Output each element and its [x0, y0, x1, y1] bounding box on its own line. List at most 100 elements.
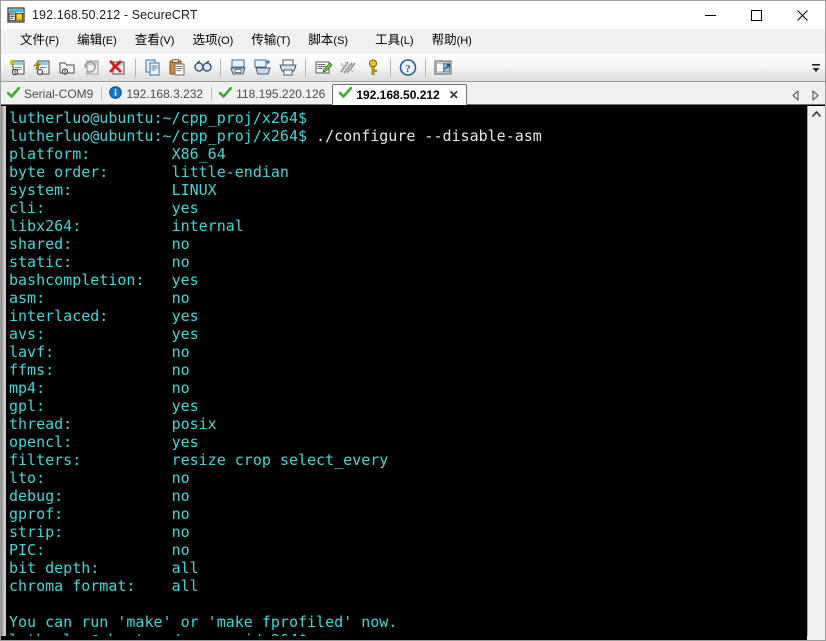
- config-key: lto:: [9, 469, 172, 487]
- menu-view-mnemonic: (V): [160, 35, 175, 47]
- menu-view[interactable]: 查看(V): [126, 30, 184, 52]
- maximize-button[interactable]: [733, 1, 779, 29]
- transfer-icon[interactable]: [431, 56, 455, 79]
- config-value: yes: [172, 433, 199, 451]
- menu-view-label: 查看: [135, 33, 160, 47]
- menu-edit-mnemonic: (E): [102, 35, 117, 47]
- copy-icon[interactable]: [141, 56, 165, 79]
- connect-local-shell-icon[interactable]: [56, 56, 80, 79]
- config-key: ffms:: [9, 361, 172, 379]
- menu-script[interactable]: 脚本(S): [299, 30, 357, 52]
- minimize-button[interactable]: [687, 1, 733, 29]
- tab-label: 118.195.220.126: [236, 87, 325, 101]
- config-value: yes: [172, 307, 199, 325]
- shell-prompt: lutherluo@ubuntu:~/cpp_proj/x264$: [9, 631, 307, 636]
- terminal-line: ffms: no: [9, 361, 807, 379]
- tab-192-168-50-212[interactable]: 192.168.50.212 ✕: [332, 84, 466, 105]
- vertical-scrollbar[interactable]: [807, 106, 825, 636]
- terminal-line: gprof: no: [9, 505, 807, 523]
- global-options-icon[interactable]: [336, 56, 360, 79]
- help-icon[interactable]: ?: [396, 56, 420, 79]
- config-value: resize crop select_every: [172, 451, 389, 469]
- terminal-line: asm: no: [9, 289, 807, 307]
- print-icon[interactable]: [276, 56, 300, 79]
- toolbar-separator-1: [135, 59, 136, 77]
- config-value: yes: [172, 325, 199, 343]
- config-key: gpl:: [9, 397, 172, 415]
- log-session-icon[interactable]: [251, 56, 275, 79]
- terminal-line: static: no: [9, 253, 807, 271]
- find-icon[interactable]: [191, 56, 215, 79]
- terminal-line: lutherluo@ubuntu:~/cpp_proj/x264$: [9, 631, 807, 636]
- green-check-icon: [339, 87, 352, 102]
- tab-192-168-3-232[interactable]: 192.168.3.232: [103, 84, 210, 104]
- tab-label: Serial-COM9: [24, 87, 93, 101]
- menu-options-mnemonic: (O): [217, 35, 233, 47]
- disconnect-icon[interactable]: [106, 56, 130, 79]
- terminal-line: PIC: no: [9, 541, 807, 559]
- tab-divider: [211, 87, 212, 101]
- config-key: bit depth:: [9, 559, 172, 577]
- terminal-line: shared: no: [9, 235, 807, 253]
- config-value: all: [172, 559, 199, 577]
- terminal-line: bashcompletion: yes: [9, 271, 807, 289]
- config-value: yes: [172, 271, 199, 289]
- key-icon[interactable]: [361, 56, 385, 79]
- tab-serial-com9[interactable]: Serial-COM9: [1, 84, 100, 104]
- tab-close-button[interactable]: ✕: [449, 90, 459, 100]
- menu-script-mnemonic: (S): [333, 35, 348, 47]
- tab-prev-icon[interactable]: [790, 89, 801, 102]
- tab-label: 192.168.3.232: [126, 87, 203, 101]
- paste-icon[interactable]: [166, 56, 190, 79]
- terminal-line: lto: no: [9, 469, 807, 487]
- reconnect-icon[interactable]: [81, 56, 105, 79]
- menu-edit[interactable]: 编辑(E): [68, 30, 126, 52]
- config-key: libx264:: [9, 217, 172, 235]
- scrollbar-track[interactable]: [808, 122, 825, 636]
- config-value: no: [172, 361, 190, 379]
- terminal-line: debug: no: [9, 487, 807, 505]
- config-key: PIC:: [9, 541, 172, 559]
- config-value: yes: [172, 397, 199, 415]
- menu-transfer[interactable]: 传输(T): [242, 30, 299, 52]
- terminal-line: lutherluo@ubuntu:~/cpp_proj/x264$: [9, 109, 807, 127]
- menu-help[interactable]: 帮助(H): [423, 30, 481, 52]
- green-check-icon: [7, 87, 20, 102]
- menu-script-label: 脚本: [308, 33, 333, 47]
- config-key: bashcompletion:: [9, 271, 172, 289]
- terminal-output[interactable]: lutherluo@ubuntu:~/cpp_proj/x264$lutherl…: [6, 106, 807, 636]
- config-key: chroma format:: [9, 577, 172, 595]
- scroll-up-arrow-icon[interactable]: [808, 106, 825, 122]
- config-key: debug:: [9, 487, 172, 505]
- tab-118-195-220-126[interactable]: 118.195.220.126: [213, 84, 332, 104]
- session-options-icon[interactable]: [311, 56, 335, 79]
- terminal-line: You can run 'make' or 'make fprofiled' n…: [9, 613, 807, 631]
- tab-next-icon[interactable]: [810, 89, 821, 102]
- terminal-line: bit depth: all: [9, 559, 807, 577]
- new-session-icon[interactable]: [6, 56, 30, 79]
- svg-text:?: ?: [405, 63, 411, 75]
- menu-help-mnemonic: (H): [457, 35, 472, 47]
- config-key: lavf:: [9, 343, 172, 361]
- menu-file[interactable]: 文件(F): [11, 30, 68, 52]
- config-value: no: [172, 541, 190, 559]
- terminal-line: byte order: little-endian: [9, 163, 807, 181]
- config-key: system:: [9, 181, 172, 199]
- config-key: platform:: [9, 145, 172, 163]
- print-screen-icon[interactable]: [226, 56, 250, 79]
- config-value: no: [172, 469, 190, 487]
- config-key: mp4:: [9, 379, 172, 397]
- terminal-line: lutherluo@ubuntu:~/cpp_proj/x264$ ./conf…: [9, 127, 807, 145]
- config-key: asm:: [9, 289, 172, 307]
- tab-bar: Serial-COM9 192.168.3.232 118.195.220.12…: [1, 82, 825, 105]
- status-strip: [1, 636, 825, 640]
- menu-options[interactable]: 选项(O): [183, 30, 242, 52]
- menu-help-label: 帮助: [432, 33, 457, 47]
- menu-tools[interactable]: 工具(L): [366, 30, 422, 52]
- tab-label: 192.168.50.212: [356, 88, 439, 102]
- close-button[interactable]: [779, 1, 825, 29]
- menu-file-label: 文件: [20, 33, 45, 47]
- connect-icon[interactable]: [31, 56, 55, 79]
- shell-prompt: lutherluo@ubuntu:~/cpp_proj/x264$: [9, 109, 307, 127]
- toolbar-overflow-icon[interactable]: [809, 54, 823, 81]
